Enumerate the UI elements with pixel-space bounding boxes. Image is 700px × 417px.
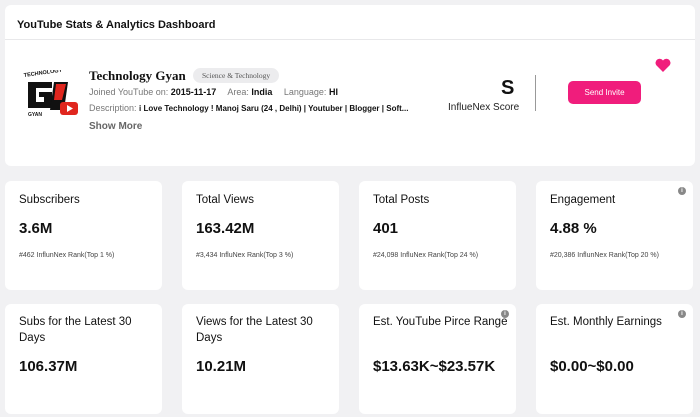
show-more-link[interactable]: Show More: [89, 121, 142, 132]
stat-label: Total Posts: [373, 194, 430, 206]
subscribers-card: Subscribers 3.6M #462 InflunNex Rank(Top…: [5, 181, 162, 290]
score-divider: [535, 75, 536, 111]
stat-label: Engagement: [550, 194, 616, 206]
stat-value: 163.42M: [196, 220, 255, 237]
channel-description: Description: i Love Technology ! Manoj S…: [89, 103, 424, 113]
joined-value: 2015-11-17: [170, 87, 217, 97]
language-label: Language:: [283, 87, 327, 97]
stat-rank: #3,434 InfluNex Rank(Top 3 %): [196, 252, 294, 259]
logo-bottom-text: GYAN: [28, 112, 42, 118]
stat-value: 4.88 %: [550, 220, 597, 237]
stat-rank: #24,098 InfluNex Rank(Top 24 %): [373, 252, 479, 259]
influenex-score-value: S: [501, 77, 515, 99]
stat-rank: #20,386 InflunNex Rank(Top 20 %): [550, 252, 659, 259]
description-value: i Love Technology ! Manoj Saru (24 , Del…: [139, 104, 409, 113]
send-invite-button[interactable]: Send Invite: [568, 81, 641, 104]
channel-meta: Joined YouTube on: 2015-11-17 Area: Indi…: [89, 87, 347, 97]
header-divider: [5, 39, 695, 40]
joined-label: Joined YouTube on:: [89, 87, 169, 97]
info-icon[interactable]: i: [501, 310, 509, 318]
total-posts-card: Total Posts 401 #24,098 InfluNex Rank(To…: [359, 181, 516, 290]
monthly-earnings-card: Est. Monthly Earnings $0.00~$0.00 i: [536, 304, 693, 414]
subs-latest-30-days-card: Subs for the Latest 30 Days 106.37M: [5, 304, 162, 414]
stat-value: 106.37M: [19, 358, 78, 375]
stat-label: Views for the Latest 30 Days: [196, 316, 313, 344]
influenex-score-label: InflueNex Score: [448, 102, 520, 113]
page-title: YouTube Stats & Analytics Dashboard: [17, 19, 216, 31]
stat-label: Est. YouTube Pirce Range: [373, 316, 508, 328]
area-value: India: [251, 87, 273, 97]
stat-value: 3.6M: [19, 220, 53, 237]
total-views-card: Total Views 163.42M #3,434 InfluNex Rank…: [182, 181, 339, 290]
category-tag: Science & Technology: [193, 68, 280, 83]
stat-rank: #462 InflunNex Rank(Top 1 %): [19, 252, 115, 259]
info-icon[interactable]: i: [678, 310, 686, 318]
heart-icon[interactable]: [655, 58, 671, 72]
stat-value: $0.00~$0.00: [550, 358, 634, 375]
views-latest-30-days-card: Views for the Latest 30 Days 10.21M: [182, 304, 339, 414]
description-label: Description:: [89, 103, 137, 113]
stat-value: $13.63K~$23.57K: [373, 358, 496, 375]
stat-label: Total Views: [196, 194, 254, 206]
stat-value: 401: [373, 220, 399, 237]
engagement-card: Engagement 4.88 % #20,386 InflunNex Rank…: [536, 181, 693, 290]
logo-top-text: TECHNOLOGY: [23, 70, 63, 79]
stat-label: Subscribers: [19, 194, 80, 206]
stat-label: Subs for the Latest 30 Days: [19, 316, 132, 344]
youtube-price-range-card: Est. YouTube Pirce Range $13.63K~$23.57K…: [359, 304, 516, 414]
stat-value: 10.21M: [196, 358, 247, 375]
info-icon[interactable]: i: [678, 187, 686, 195]
channel-name: Technology Gyan: [89, 68, 186, 83]
area-label: Area:: [227, 87, 249, 97]
channel-logo[interactable]: TECHNOLOGY GYAN: [22, 70, 82, 118]
language-value: HI: [328, 87, 338, 97]
channel-overview-card: YouTube Stats & Analytics Dashboard TECH…: [5, 5, 695, 166]
stat-label: Est. Monthly Earnings: [550, 316, 662, 328]
